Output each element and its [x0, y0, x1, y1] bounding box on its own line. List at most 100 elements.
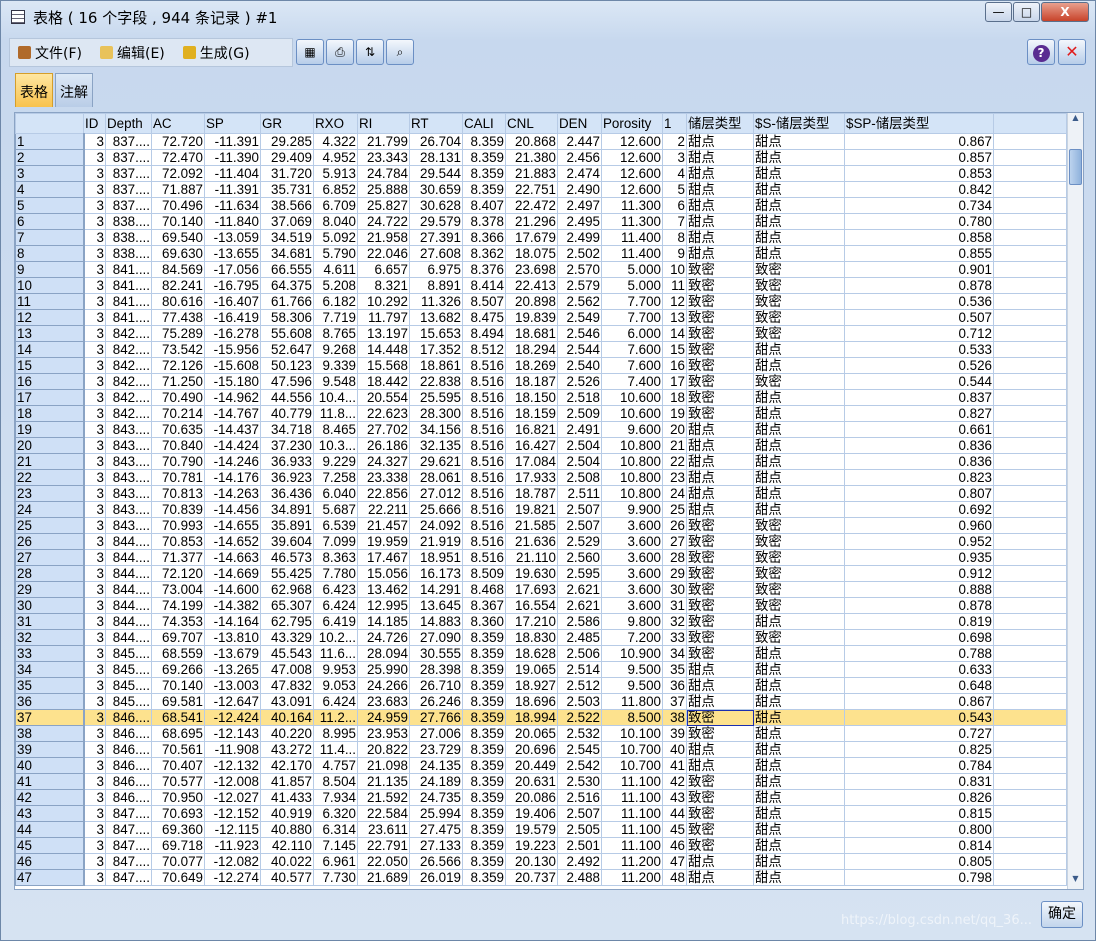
table-row[interactable]: 37 3 846.... 68.541 -12.424 40.164 11.2... 24.9…: [15, 709, 1067, 726]
row-header[interactable]: 14: [15, 341, 85, 358]
column-header[interactable]: ID: [83, 113, 106, 134]
table-row[interactable]: 38 3 846.... 68.695 -12.143 40.220 8.995 23.953…: [15, 725, 1067, 742]
row-header[interactable]: 39: [15, 741, 85, 758]
column-header[interactable]: SP: [204, 113, 261, 134]
maximize-button[interactable]: □: [1013, 2, 1040, 22]
find-button[interactable]: ⌕: [386, 39, 414, 65]
tab-1[interactable]: 注解: [55, 73, 93, 107]
print-button[interactable]: ⎙: [326, 39, 354, 65]
ok-button[interactable]: 确定: [1041, 901, 1083, 928]
table-row[interactable]: 40 3 846.... 70.407 -12.132 42.170 4.757 21.098…: [15, 757, 1067, 774]
table-row[interactable]: 45 3 847.... 69.718 -11.923 42.110 7.145 22.791…: [15, 837, 1067, 854]
row-header[interactable]: 21: [15, 453, 85, 470]
table-row[interactable]: 29 3 844.... 73.004 -14.600 62.968 6.423 13.462…: [15, 581, 1067, 598]
table-row[interactable]: 4 3 837.... 71.887 -11.391 35.731 6.852 25.888 3…: [15, 181, 1067, 198]
column-header[interactable]: 储层类型: [686, 113, 754, 134]
table-row[interactable]: 15 3 842.... 72.126 -15.608 50.123 9.339 15.568…: [15, 357, 1067, 374]
row-header[interactable]: 3: [15, 165, 85, 182]
row-header[interactable]: 25: [15, 517, 85, 534]
table-row[interactable]: 7 3 838.... 69.540 -13.059 34.519 5.092 21.958 2…: [15, 229, 1067, 246]
table-row[interactable]: 28 3 844.... 72.120 -14.669 55.425 7.780 15.056…: [15, 565, 1067, 582]
row-header[interactable]: 13: [15, 325, 85, 342]
table-row[interactable]: 41 3 846.... 70.577 -12.008 41.857 8.504 21.135…: [15, 773, 1067, 790]
row-header[interactable]: 35: [15, 677, 85, 694]
column-header[interactable]: RXO: [313, 113, 358, 134]
row-header[interactable]: 18: [15, 405, 85, 422]
menu-edit[interactable]: 编辑(E): [99, 43, 165, 63]
menu-file[interactable]: 文件(F): [18, 43, 82, 63]
column-header[interactable]: AC: [151, 113, 205, 134]
row-header[interactable]: 9: [15, 261, 85, 278]
row-header[interactable]: 19: [15, 421, 85, 438]
column-header[interactable]: Depth: [105, 113, 152, 134]
column-header[interactable]: CALI: [462, 113, 506, 134]
row-header[interactable]: 6: [15, 213, 85, 230]
table-row[interactable]: 11 3 841.... 80.616 -16.407 61.766 6.182 10.292…: [15, 293, 1067, 310]
row-header[interactable]: 2: [15, 149, 85, 166]
help-button[interactable]: ?: [1027, 39, 1055, 65]
row-header[interactable]: 31: [15, 613, 85, 630]
table-row[interactable]: 10 3 841.... 82.241 -16.795 64.375 5.208 8.321 8…: [15, 277, 1067, 294]
column-header[interactable]: RT: [409, 113, 463, 134]
table-row[interactable]: 12 3 841.... 77.438 -16.419 58.306 7.719 11.797…: [15, 309, 1067, 326]
row-header[interactable]: 40: [15, 757, 85, 774]
row-header[interactable]: 23: [15, 485, 85, 502]
table-row[interactable]: 36 3 845.... 69.581 -12.647 43.091 6.424 23.683…: [15, 693, 1067, 710]
column-header[interactable]: $S-储层类型: [753, 113, 845, 134]
row-header[interactable]: 41: [15, 773, 85, 790]
table-row[interactable]: 46 3 847.... 70.077 -12.082 40.022 6.961 22.050…: [15, 853, 1067, 870]
table-row[interactable]: 22 3 843.... 70.781 -14.176 36.923 7.258 23.338…: [15, 469, 1067, 486]
row-header[interactable]: 17: [15, 389, 85, 406]
table-row[interactable]: 16 3 842.... 71.250 -15.180 47.596 9.548 18.442…: [15, 373, 1067, 390]
menu-generate[interactable]: 生成(G): [182, 43, 250, 63]
row-header[interactable]: 24: [15, 501, 85, 518]
row-header[interactable]: 20: [15, 437, 85, 454]
table-row[interactable]: 9 3 841.... 84.569 -17.056 66.555 4.611 6.657 6.…: [15, 261, 1067, 278]
column-header[interactable]: $SP-储层类型: [844, 113, 994, 134]
table-row[interactable]: 5 3 837.... 70.496 -11.634 38.566 6.709 25.827 3…: [15, 197, 1067, 214]
sort-button[interactable]: ⇅: [356, 39, 384, 65]
column-header[interactable]: CNL: [505, 113, 558, 134]
table-row[interactable]: 44 3 847.... 69.360 -12.115 40.880 6.314 23.611…: [15, 821, 1067, 838]
table-row[interactable]: 17 3 842.... 70.490 -14.962 44.556 10.4... 20.5…: [15, 389, 1067, 406]
table-row[interactable]: 47 3 847.... 70.649 -12.274 40.577 7.730 21.689…: [15, 869, 1067, 886]
row-header[interactable]: 8: [15, 245, 85, 262]
close-panel-button[interactable]: ✕: [1058, 39, 1086, 65]
table-row[interactable]: 24 3 843.... 70.839 -14.456 34.891 5.687 22.211…: [15, 501, 1067, 518]
table-row[interactable]: 13 3 842.... 75.289 -16.278 55.608 8.765 13.197…: [15, 325, 1067, 342]
row-header[interactable]: 32: [15, 629, 85, 646]
table-row[interactable]: 14 3 842.... 73.542 -15.956 52.647 9.268 14.448…: [15, 341, 1067, 358]
row-header[interactable]: 36: [15, 693, 85, 710]
row-header[interactable]: 43: [15, 805, 85, 822]
scroll-down-arrow-icon[interactable]: ▼: [1068, 874, 1083, 889]
table-row[interactable]: 3 3 837.... 72.092 -11.404 31.720 5.913 24.784 2…: [15, 165, 1067, 182]
table-row[interactable]: 1 3 837.... 72.720 -11.391 29.285 4.322 21.799 2…: [15, 133, 1067, 150]
row-header[interactable]: 11: [15, 293, 85, 310]
table-row[interactable]: 26 3 844.... 70.853 -14.652 39.604 7.099 19.959…: [15, 533, 1067, 550]
table-row[interactable]: 33 3 845.... 68.559 -13.679 45.543 11.6... 28.0…: [15, 645, 1067, 662]
minimize-button[interactable]: —: [985, 2, 1012, 22]
row-header[interactable]: 34: [15, 661, 85, 678]
table-row[interactable]: 8 3 838.... 69.630 -13.655 34.681 5.790 22.046 2…: [15, 245, 1067, 262]
row-header[interactable]: 30: [15, 597, 85, 614]
column-header[interactable]: [15, 113, 84, 134]
row-header[interactable]: 4: [15, 181, 85, 198]
row-header[interactable]: 46: [15, 853, 85, 870]
row-header[interactable]: 10: [15, 277, 85, 294]
scroll-thumb[interactable]: [1069, 149, 1082, 185]
row-header[interactable]: 42: [15, 789, 85, 806]
table-row[interactable]: 19 3 843.... 70.635 -14.437 34.718 8.465 27.702…: [15, 421, 1067, 438]
column-header[interactable]: 1: [662, 113, 687, 134]
column-header[interactable]: Porosity: [601, 113, 663, 134]
table-row[interactable]: 18 3 842.... 70.214 -14.767 40.779 11.8... 22.6…: [15, 405, 1067, 422]
row-header[interactable]: 45: [15, 837, 85, 854]
vertical-scrollbar[interactable]: ▲ ▼: [1067, 113, 1083, 889]
row-header[interactable]: 44: [15, 821, 85, 838]
table-row[interactable]: 23 3 843.... 70.813 -14.263 36.436 6.040 22.856…: [15, 485, 1067, 502]
export-button[interactable]: ▦: [296, 39, 324, 65]
row-header[interactable]: 38: [15, 725, 85, 742]
table-row[interactable]: 43 3 847.... 70.693 -12.152 40.919 6.320 22.584…: [15, 805, 1067, 822]
row-header[interactable]: 12: [15, 309, 85, 326]
table-row[interactable]: 6 3 838.... 70.140 -11.840 37.069 8.040 24.722 2…: [15, 213, 1067, 230]
tab-0[interactable]: 表格: [15, 73, 53, 107]
